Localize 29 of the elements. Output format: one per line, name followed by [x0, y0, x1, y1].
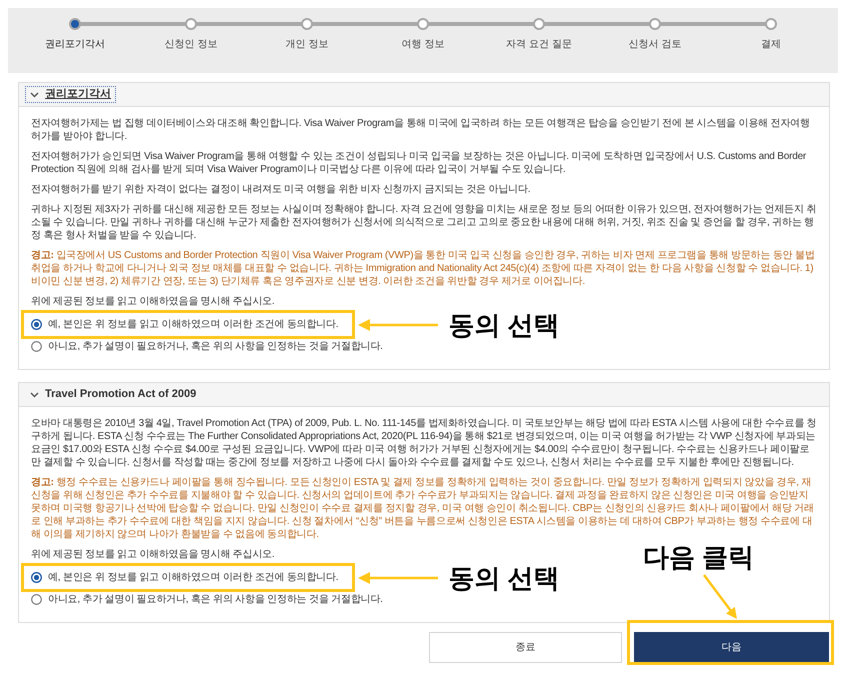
radio-option[interactable]: 예, 본인은 위 정보를 읽고 이해하였으며 이러한 조건에 동의합니다.	[31, 571, 338, 584]
exit-button[interactable]: 종료	[429, 632, 622, 663]
radio-option[interactable]: 아니요, 추가 설명이 필요하거나, 혹은 위의 사항을 인정하는 것을 거절합니다.	[31, 340, 383, 353]
step-label: 여행 정보	[402, 38, 444, 51]
prompt-text: 위에 제공된 정보를 읽고 이해하였음을 명시해 주십시오.	[31, 295, 274, 308]
step-label: 권리포기각서	[45, 38, 105, 51]
step-label: 자격 요건 질문	[506, 38, 572, 51]
body-text: 전자여행허가를 받기 위한 자격이 없다는 결정이 내려져도 미국 여행을 위한 비자 신청까지 금지되는 것은 아닙니다.	[31, 183, 532, 196]
radio-option[interactable]: 아니요, 추가 설명이 필요하거나, 혹은 위의 사항을 인정하는 것을 거절합니다.	[31, 593, 383, 606]
callout-label: 동의 선택	[448, 564, 560, 592]
warning-text: 경고: 입국장에서 US Customs and Border Protection 직원이 Visa Waiver Program (VWP)을 통한 미국 입국 신청을 승인한 경우, 귀하는 비자 면제 프로그램을 통해 방문하는 동안 불법 취업을 하거나 학교에 다니거나 외국 정보 매체를 대표할 수 없습니다. 귀하는 Immigration and Nationality Act 245(c)(4) 조항에 따른 자격이 없는 한 다음 사항을 신청할 수 없습니다. 1) 비이민 신분 변경, 2) 체류기간 연장, 또는 3) 단기체류 혹은 영주권자로 신분 변경. 이러한 조건을 위반할 경우 제거로 이어집니다.	[31, 249, 816, 288]
prompt-text: 위에 제공된 정보를 읽고 이해하였음을 명시해 주십시오.	[31, 548, 274, 561]
callout-label: 다음 클릭	[643, 543, 754, 571]
radio-option[interactable]: 예, 본인은 위 정보를 읽고 이해하였으며 이러한 조건에 동의합니다.	[31, 318, 338, 331]
next-button[interactable]: 다음	[634, 632, 829, 663]
step-label: 신청인 정보	[164, 38, 218, 51]
warning-text: 경고: 행정 수수료는 신용카드나 페이팔을 통해 징수됩니다. 모든 신청인이 ESTA 및 결제 정보를 정확하게 입력하는 것이 중요합니다. 만일 정보가 정확하게 입력되지 않았을 경우, 재신청을 위해 신청인은 추가 수수료를 지불해야 할 수 있습니다. 신청서의 업데이트에 추가 수수료가 부과되지는 않습니다. 결제 과정을 완료하지 않은 신청인은 미국 여행을 승인받지 못하며 미국행 항공기나 선박에 탑승할 수 없습니다. 만일 신청인이 수수료 결제를 정지할 경우, 미국 여행 승인이 취소됩니다. CBP는 신청인의 신용카드 회사나 페이팔에서 해당 거래로 인해 부과하는 추가 수수료에 대한 책임을 지지 않습니다. 신청 절차에서 “신청” 버튼을 누름으로써 신청인은 ESTA 시스템을 이용하는 데 대하여 CBP가 부과하는 행정 수수료에 대해 이의를 제기하지 않으며 나아가 환불받을 수 없음에 동의합니다.	[31, 476, 815, 541]
left-arrow-icon	[358, 570, 438, 584]
body-text: 오바마 대통령은 2010년 3월 4일, Travel Promotion Act (TPA) of 2009, Pub. L. No. 111-145를 법제화하였습니다. 미 국토보안부는 해당 법에 따라 ESTA 시스템 사용에 대한 수수료를 청구하게 됩니다. ESTA 신청 수수료는 The Further Consolidated Appropriations Act, 2020(PL 116-94)을 통해 $21로 변경되었으며, 이는 미국 여행을 허가받는 각 VWP 신청자에 부과되는 요금인 $17.00와 ESTA 신청 수수료 $4.00로 구성된 요금입니다. VWP에 따라 미국 여행 허가가 거부된 신청자에게는 $4.00의 수수료만이 청구됩니다. 수수료는 신용카드나 페이팔로만 결제할 수 있습니다. 신청서를 작성할 때는 중간에 정보를 저장하고 나중에 다시 돌아와 수수료를 결제할 수도 있으나, 신청서 처리는 수수료를 모두 지불한 후에만 진행됩니다.	[31, 417, 817, 469]
left-arrow-icon	[358, 318, 438, 332]
body-text: 전자여행허가가 승인되면 Visa Waiver Program을 통해 여행할 수 있는 조건이 성립되나 미국 입국을 보장하는 것은 아닙니다. 미국에 도착하면 입국장에서 U.S. Customs and Border Protection 직원에 의해 검사를 받게 되며 Visa Waiver Program이나 미국법상 다른 이유에 따라 입국이 거부될 수도 있습니다.	[31, 150, 808, 176]
section-toggle[interactable]: 권리포기각서	[25, 86, 116, 103]
step-label: 개인 정보	[286, 38, 328, 51]
section-toggle[interactable]: Travel Promotion Act of 2009	[25, 386, 202, 403]
callout-label: 동의 선택	[448, 310, 560, 338]
body-text: 전자여행허가제는 법 집행 데이터베이스와 대조해 확인합니다. Visa Waiver Program을 통해 미국에 입국하려 하는 모든 여행객은 탑승을 승인받기 전에 본 시스템을 이용해 전자여행허가를 받아야 합니다.	[31, 117, 811, 143]
step-label: 결제	[761, 38, 781, 51]
step-label: 신청서 검토	[628, 38, 682, 51]
body-text: 귀하나 지정된 제3자가 귀하를 대신해 제공한 모든 정보는 사실이며 정확해야 합니다. 자격 요건에 영향을 미치는 새로운 정보 등의 어떠한 이유가 있으면, 전자여행허가는 언제든지 취소될 수 있습니다. 만일 귀하나 귀하를 대신해 누군가 제출한 전자여행허가 신청서에 의식적으로 그리고 고의로 중요한 내용에 대해 허위, 거짓, 위조 진술 및 증언을 할 경우, 귀하는 행정 혹은 형사 처벌을 받을 수 있습니다.	[31, 203, 817, 242]
